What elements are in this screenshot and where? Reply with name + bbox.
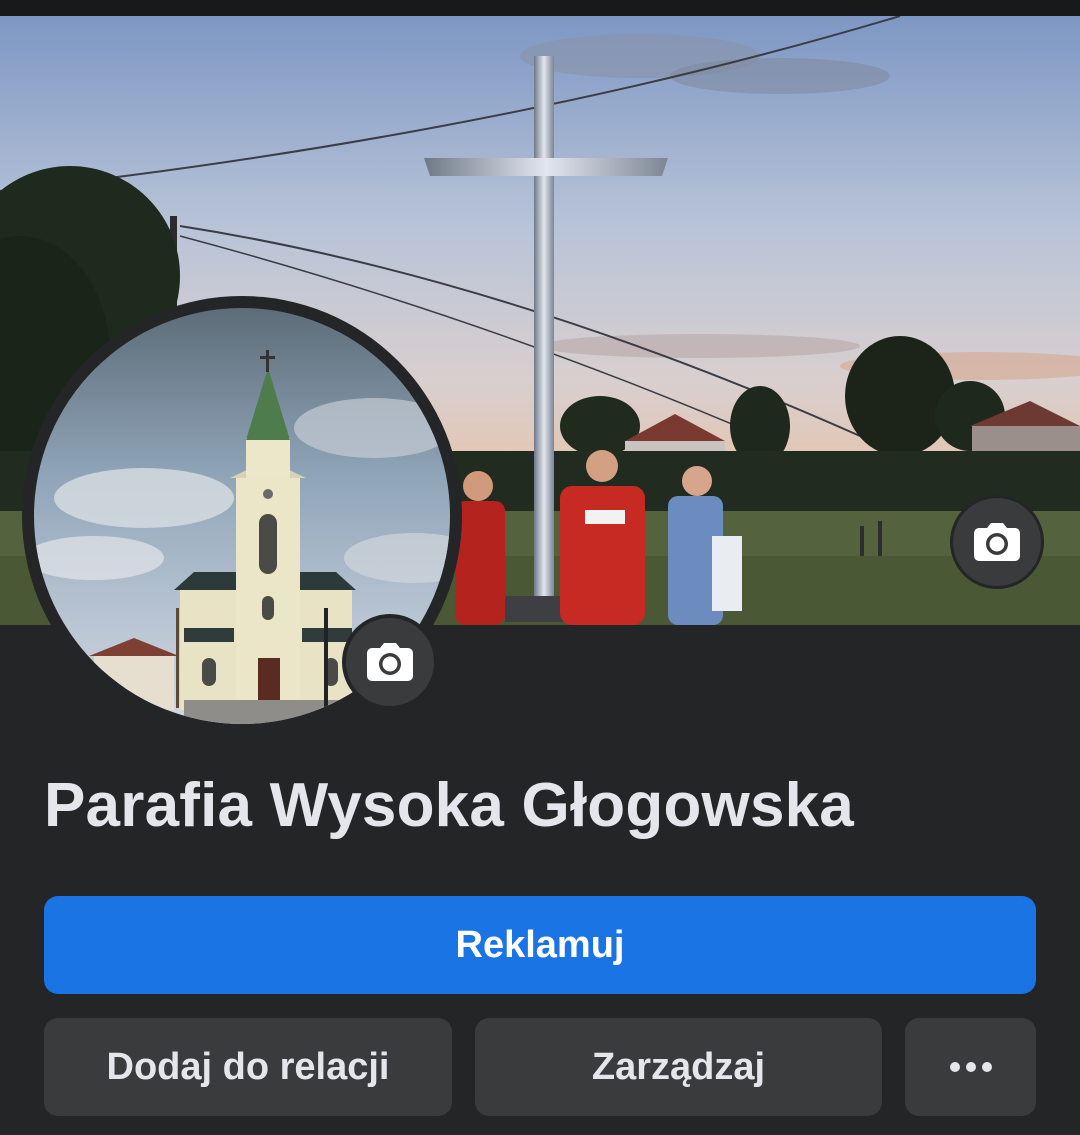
page-header: Parafia Wysoka Głogowska Reklamuj Dodaj … [0,0,1080,1135]
manage-button[interactable]: Zarządzaj [475,1018,882,1116]
edit-profile-picture-button[interactable] [342,614,438,710]
more-options-button[interactable] [905,1018,1036,1116]
edit-cover-photo-button[interactable] [950,495,1044,589]
add-to-story-button[interactable]: Dodaj do relacji [44,1018,452,1116]
status-strip [0,0,1080,16]
camera-icon [367,643,413,681]
more-dots-icon [949,1062,992,1072]
page-title: Parafia Wysoka Głogowska [44,771,854,840]
camera-icon [974,523,1020,561]
promote-button[interactable]: Reklamuj [44,896,1036,994]
